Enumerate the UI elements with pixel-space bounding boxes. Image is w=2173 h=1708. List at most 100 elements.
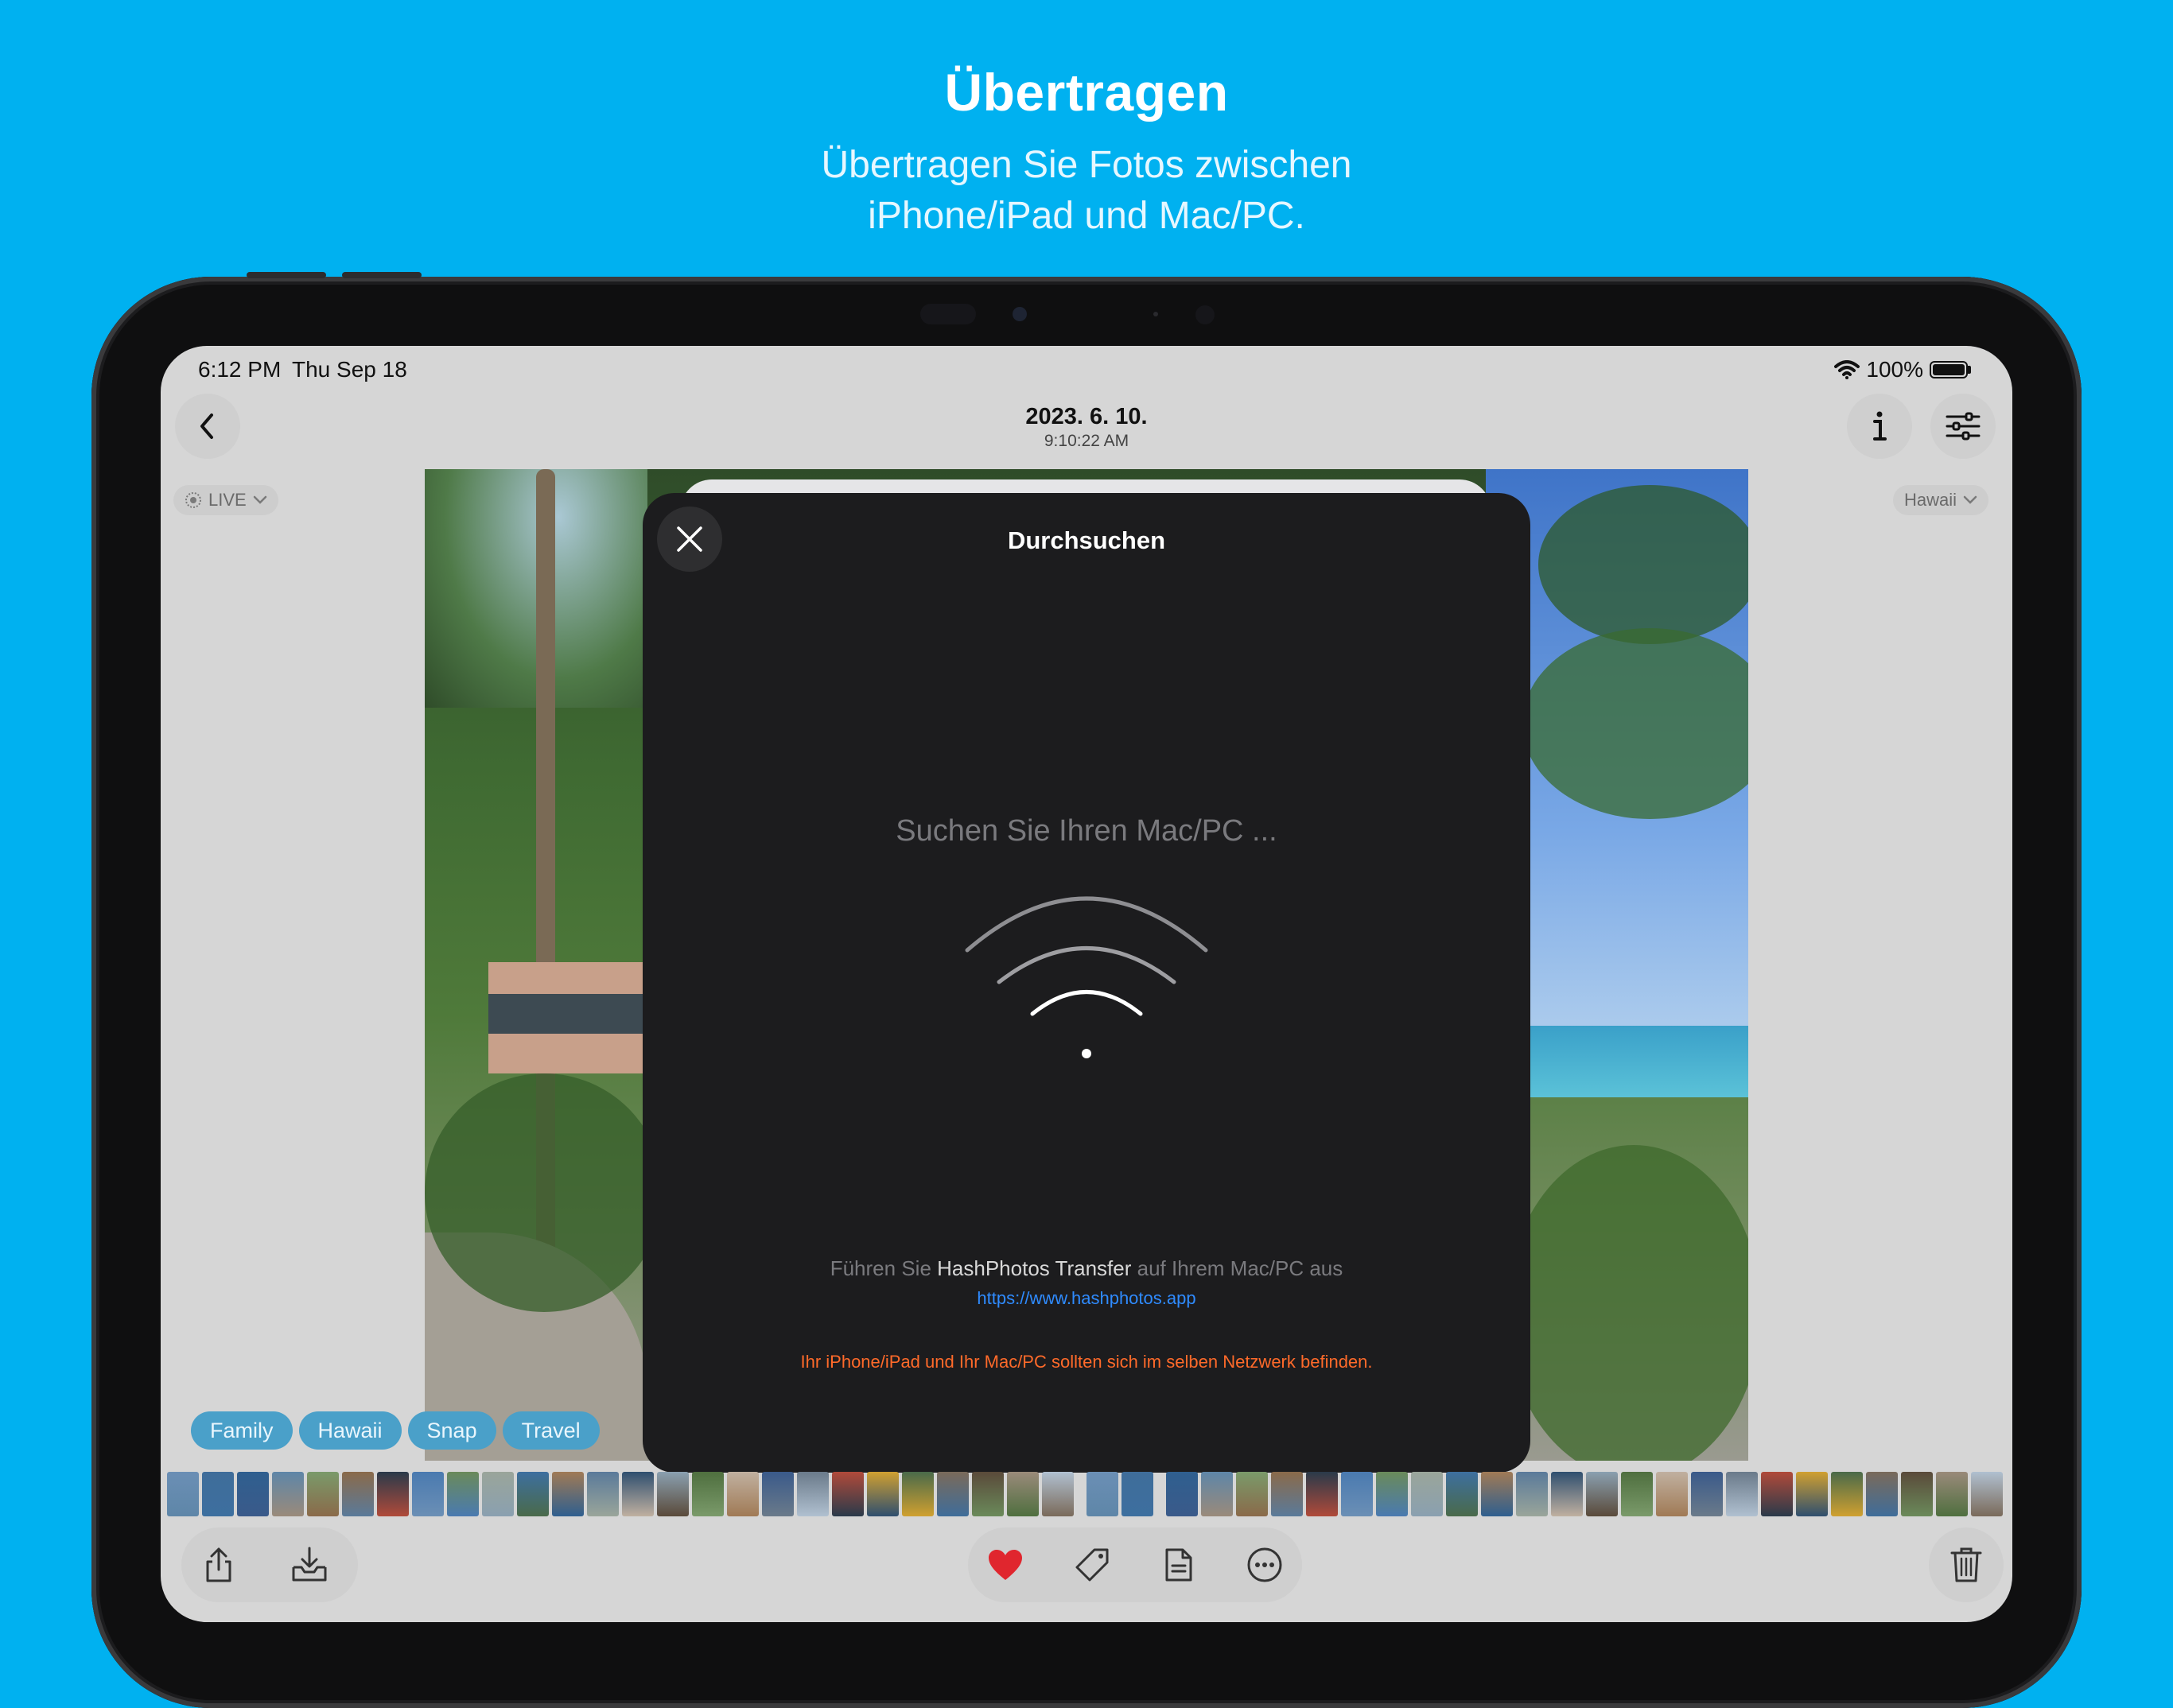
thumbnail[interactable] <box>1306 1472 1338 1516</box>
thumbnail[interactable] <box>202 1472 234 1516</box>
more-icon <box>1247 1547 1282 1582</box>
thumbnail[interactable] <box>1201 1472 1233 1516</box>
thumbnail[interactable] <box>1586 1472 1618 1516</box>
thumbnail-strip <box>167 1472 2006 1516</box>
thumbnail[interactable] <box>1042 1472 1074 1516</box>
tag-chip[interactable]: Family <box>191 1411 293 1450</box>
sensor-2 <box>1195 305 1215 324</box>
tag-chip[interactable]: Travel <box>502 1411 600 1450</box>
live-pill[interactable]: LIVE <box>173 485 278 515</box>
thumbnail[interactable] <box>762 1472 794 1516</box>
download-icon <box>292 1547 327 1582</box>
trash-button[interactable] <box>1929 1527 2004 1602</box>
thumbnail[interactable] <box>1796 1472 1828 1516</box>
front-camera <box>1013 307 1027 321</box>
thumbnail[interactable] <box>307 1472 339 1516</box>
volume-button-2 <box>342 272 422 278</box>
browse-modal: Durchsuchen Suchen Sie Ihren Mac/PC ... … <box>643 493 1530 1473</box>
thumbnail[interactable] <box>1236 1472 1268 1516</box>
tag-chip[interactable]: Hawaii <box>298 1411 402 1450</box>
tag-button[interactable] <box>1055 1527 1129 1602</box>
thumbnail[interactable] <box>1086 1472 1118 1516</box>
thumbnail[interactable] <box>1271 1472 1303 1516</box>
thumbnail[interactable] <box>552 1472 584 1516</box>
thumbnail[interactable] <box>972 1472 1004 1516</box>
thumbnail[interactable] <box>1516 1472 1548 1516</box>
sensor-dot <box>1153 312 1158 316</box>
thumbnail[interactable] <box>1656 1472 1688 1516</box>
thumbnail[interactable] <box>587 1472 619 1516</box>
sensor <box>920 304 976 324</box>
thumbnail[interactable] <box>727 1472 759 1516</box>
promo-subtitle: Übertragen Sie Fotos zwischen iPhone/iPa… <box>0 140 2173 242</box>
thumbnail[interactable] <box>1831 1472 1863 1516</box>
status-bar: 6:12 PM Thu Sep 18 100% <box>161 346 2012 394</box>
info-button[interactable] <box>1847 394 1912 459</box>
thumbnail[interactable] <box>1121 1472 1153 1516</box>
live-label: LIVE <box>208 490 247 510</box>
thumbnail[interactable] <box>482 1472 514 1516</box>
sliders-icon <box>1946 412 1981 441</box>
thumbnail[interactable] <box>342 1472 374 1516</box>
volume-button-1 <box>247 272 326 278</box>
thumbnail[interactable] <box>1376 1472 1408 1516</box>
thumbnail[interactable] <box>1166 1472 1198 1516</box>
favorite-button[interactable] <box>968 1527 1043 1602</box>
thumbnail[interactable] <box>1866 1472 1898 1516</box>
album-label: Hawaii <box>1904 490 1957 510</box>
thumbnail[interactable] <box>1761 1472 1793 1516</box>
thumbnail[interactable] <box>447 1472 479 1516</box>
thumbnail[interactable] <box>797 1472 829 1516</box>
website-link[interactable]: https://www.hashphotos.app <box>643 1288 1530 1309</box>
adjust-button[interactable] <box>1930 394 1996 459</box>
tag-list: Family Hawaii Snap Travel <box>191 1411 600 1450</box>
thumbnail[interactable] <box>867 1472 899 1516</box>
thumbnail[interactable] <box>1971 1472 2003 1516</box>
tag-chip[interactable]: Snap <box>407 1411 496 1450</box>
palm-frond <box>1506 1145 1748 1461</box>
thumbnail[interactable] <box>167 1472 199 1516</box>
wifi-search-icon <box>965 896 1208 1058</box>
thumbnail[interactable] <box>1341 1472 1373 1516</box>
camera-bar <box>920 302 1223 326</box>
nav-subtitle: 9:10:22 AM <box>1044 432 1129 450</box>
thumbnail[interactable] <box>1726 1472 1758 1516</box>
promo-title: Übertragen <box>944 63 1229 122</box>
thumbnail[interactable] <box>1691 1472 1723 1516</box>
album-pill[interactable]: Hawaii <box>1893 485 1989 515</box>
thumbnail[interactable] <box>412 1472 444 1516</box>
thumbnail[interactable] <box>832 1472 864 1516</box>
thumbnail[interactable] <box>517 1472 549 1516</box>
more-button[interactable] <box>1227 1527 1302 1602</box>
thumbnail[interactable] <box>902 1472 934 1516</box>
tag-icon <box>1075 1548 1109 1582</box>
thumbnail[interactable] <box>1007 1472 1039 1516</box>
thumbnail[interactable] <box>1551 1472 1583 1516</box>
modal-title: Durchsuchen <box>1007 526 1166 554</box>
battery-icon <box>1930 361 1971 378</box>
share-button[interactable] <box>181 1527 256 1602</box>
thumbnail[interactable] <box>937 1472 969 1516</box>
thumbnail[interactable] <box>1621 1472 1653 1516</box>
thumbnail[interactable] <box>272 1472 304 1516</box>
status-time: 6:12 PM <box>198 357 282 382</box>
thumbnail[interactable] <box>1411 1472 1443 1516</box>
thumbnail[interactable] <box>622 1472 654 1516</box>
live-icon <box>185 492 201 508</box>
thumbnail[interactable] <box>237 1472 269 1516</box>
promo-subtitle-line1: Übertragen Sie Fotos zwischen <box>821 144 1352 186</box>
download-button[interactable] <box>272 1527 347 1602</box>
thumbnail[interactable] <box>1446 1472 1478 1516</box>
thumbnail[interactable] <box>692 1472 724 1516</box>
heart-icon <box>989 1550 1022 1580</box>
document-button[interactable] <box>1141 1527 1216 1602</box>
thumbnail[interactable] <box>1901 1472 1933 1516</box>
thumbnail[interactable] <box>657 1472 689 1516</box>
status-date: Thu Sep 18 <box>292 357 407 382</box>
wifi-status-icon <box>1834 360 1860 379</box>
searching-text: Suchen Sie Ihren Mac/PC ... <box>896 814 1277 848</box>
thumbnail[interactable] <box>1936 1472 1968 1516</box>
chevron-down-icon <box>253 495 266 504</box>
thumbnail[interactable] <box>377 1472 409 1516</box>
thumbnail[interactable] <box>1481 1472 1513 1516</box>
